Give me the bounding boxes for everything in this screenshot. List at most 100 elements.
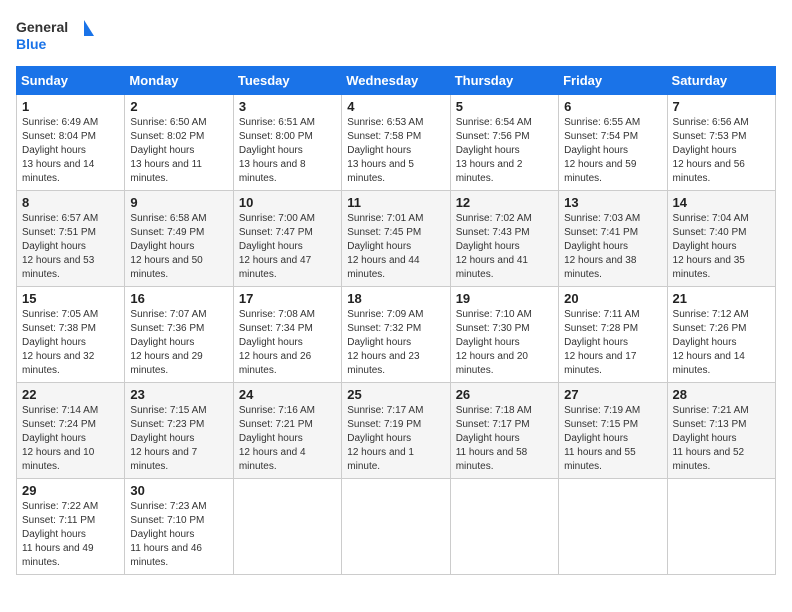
day-info: Sunrise: 6:54 AM Sunset: 7:56 PM Dayligh… (456, 116, 553, 186)
day-number: 30 (130, 483, 227, 498)
weekday-header-thursday: Thursday (450, 67, 558, 95)
day-info: Sunrise: 7:00 AM Sunset: 7:47 PM Dayligh… (239, 212, 336, 282)
day-cell-30: 30 Sunrise: 7:23 AM Sunset: 7:10 PM Dayl… (125, 479, 233, 575)
empty-cell (342, 479, 450, 575)
empty-cell (667, 479, 775, 575)
day-number: 29 (22, 483, 119, 498)
day-number: 2 (130, 99, 227, 114)
page-header: General Blue (16, 16, 776, 56)
day-info: Sunrise: 7:21 AM Sunset: 7:13 PM Dayligh… (673, 404, 770, 474)
day-number: 3 (239, 99, 336, 114)
day-cell-8: 8 Sunrise: 6:57 AM Sunset: 7:51 PM Dayli… (17, 191, 125, 287)
day-info: Sunrise: 7:02 AM Sunset: 7:43 PM Dayligh… (456, 212, 553, 282)
day-cell-17: 17 Sunrise: 7:08 AM Sunset: 7:34 PM Dayl… (233, 287, 341, 383)
day-cell-12: 12 Sunrise: 7:02 AM Sunset: 7:43 PM Dayl… (450, 191, 558, 287)
day-cell-4: 4 Sunrise: 6:53 AM Sunset: 7:58 PM Dayli… (342, 95, 450, 191)
calendar-week-2: 8 Sunrise: 6:57 AM Sunset: 7:51 PM Dayli… (17, 191, 776, 287)
day-info: Sunrise: 6:55 AM Sunset: 7:54 PM Dayligh… (564, 116, 661, 186)
day-number: 13 (564, 195, 661, 210)
day-info: Sunrise: 7:23 AM Sunset: 7:10 PM Dayligh… (130, 500, 227, 570)
day-number: 9 (130, 195, 227, 210)
day-info: Sunrise: 6:53 AM Sunset: 7:58 PM Dayligh… (347, 116, 444, 186)
day-number: 7 (673, 99, 770, 114)
day-number: 4 (347, 99, 444, 114)
day-cell-2: 2 Sunrise: 6:50 AM Sunset: 8:02 PM Dayli… (125, 95, 233, 191)
logo-svg: General Blue (16, 16, 96, 56)
calendar-week-5: 29 Sunrise: 7:22 AM Sunset: 7:11 PM Dayl… (17, 479, 776, 575)
day-cell-23: 23 Sunrise: 7:15 AM Sunset: 7:23 PM Dayl… (125, 383, 233, 479)
day-number: 22 (22, 387, 119, 402)
day-cell-9: 9 Sunrise: 6:58 AM Sunset: 7:49 PM Dayli… (125, 191, 233, 287)
day-info: Sunrise: 7:17 AM Sunset: 7:19 PM Dayligh… (347, 404, 444, 474)
day-info: Sunrise: 7:15 AM Sunset: 7:23 PM Dayligh… (130, 404, 227, 474)
day-number: 25 (347, 387, 444, 402)
weekday-header-monday: Monday (125, 67, 233, 95)
day-number: 10 (239, 195, 336, 210)
svg-text:General: General (16, 19, 68, 35)
svg-text:Blue: Blue (16, 36, 47, 52)
day-info: Sunrise: 7:19 AM Sunset: 7:15 PM Dayligh… (564, 404, 661, 474)
day-number: 26 (456, 387, 553, 402)
day-number: 17 (239, 291, 336, 306)
weekday-header-wednesday: Wednesday (342, 67, 450, 95)
weekday-header-saturday: Saturday (667, 67, 775, 95)
day-cell-10: 10 Sunrise: 7:00 AM Sunset: 7:47 PM Dayl… (233, 191, 341, 287)
day-cell-24: 24 Sunrise: 7:16 AM Sunset: 7:21 PM Dayl… (233, 383, 341, 479)
day-info: Sunrise: 6:49 AM Sunset: 8:04 PM Dayligh… (22, 116, 119, 186)
day-info: Sunrise: 6:56 AM Sunset: 7:53 PM Dayligh… (673, 116, 770, 186)
day-cell-15: 15 Sunrise: 7:05 AM Sunset: 7:38 PM Dayl… (17, 287, 125, 383)
day-info: Sunrise: 7:07 AM Sunset: 7:36 PM Dayligh… (130, 308, 227, 378)
day-cell-29: 29 Sunrise: 7:22 AM Sunset: 7:11 PM Dayl… (17, 479, 125, 575)
day-cell-11: 11 Sunrise: 7:01 AM Sunset: 7:45 PM Dayl… (342, 191, 450, 287)
day-info: Sunrise: 7:04 AM Sunset: 7:40 PM Dayligh… (673, 212, 770, 282)
day-number: 20 (564, 291, 661, 306)
day-cell-3: 3 Sunrise: 6:51 AM Sunset: 8:00 PM Dayli… (233, 95, 341, 191)
calendar-week-4: 22 Sunrise: 7:14 AM Sunset: 7:24 PM Dayl… (17, 383, 776, 479)
day-info: Sunrise: 7:18 AM Sunset: 7:17 PM Dayligh… (456, 404, 553, 474)
day-cell-6: 6 Sunrise: 6:55 AM Sunset: 7:54 PM Dayli… (559, 95, 667, 191)
day-cell-14: 14 Sunrise: 7:04 AM Sunset: 7:40 PM Dayl… (667, 191, 775, 287)
day-number: 16 (130, 291, 227, 306)
day-number: 12 (456, 195, 553, 210)
day-number: 24 (239, 387, 336, 402)
day-cell-19: 19 Sunrise: 7:10 AM Sunset: 7:30 PM Dayl… (450, 287, 558, 383)
calendar-week-3: 15 Sunrise: 7:05 AM Sunset: 7:38 PM Dayl… (17, 287, 776, 383)
day-number: 21 (673, 291, 770, 306)
day-info: Sunrise: 7:05 AM Sunset: 7:38 PM Dayligh… (22, 308, 119, 378)
day-cell-18: 18 Sunrise: 7:09 AM Sunset: 7:32 PM Dayl… (342, 287, 450, 383)
day-number: 6 (564, 99, 661, 114)
day-cell-20: 20 Sunrise: 7:11 AM Sunset: 7:28 PM Dayl… (559, 287, 667, 383)
day-number: 28 (673, 387, 770, 402)
day-info: Sunrise: 7:11 AM Sunset: 7:28 PM Dayligh… (564, 308, 661, 378)
day-cell-5: 5 Sunrise: 6:54 AM Sunset: 7:56 PM Dayli… (450, 95, 558, 191)
weekday-header-sunday: Sunday (17, 67, 125, 95)
day-cell-22: 22 Sunrise: 7:14 AM Sunset: 7:24 PM Dayl… (17, 383, 125, 479)
day-info: Sunrise: 7:10 AM Sunset: 7:30 PM Dayligh… (456, 308, 553, 378)
day-info: Sunrise: 6:57 AM Sunset: 7:51 PM Dayligh… (22, 212, 119, 282)
day-number: 11 (347, 195, 444, 210)
day-cell-28: 28 Sunrise: 7:21 AM Sunset: 7:13 PM Dayl… (667, 383, 775, 479)
day-number: 8 (22, 195, 119, 210)
day-cell-26: 26 Sunrise: 7:18 AM Sunset: 7:17 PM Dayl… (450, 383, 558, 479)
logo: General Blue (16, 16, 96, 56)
day-number: 15 (22, 291, 119, 306)
calendar-week-1: 1 Sunrise: 6:49 AM Sunset: 8:04 PM Dayli… (17, 95, 776, 191)
day-number: 5 (456, 99, 553, 114)
day-cell-25: 25 Sunrise: 7:17 AM Sunset: 7:19 PM Dayl… (342, 383, 450, 479)
calendar-table: SundayMondayTuesdayWednesdayThursdayFrid… (16, 66, 776, 575)
empty-cell (450, 479, 558, 575)
day-info: Sunrise: 7:08 AM Sunset: 7:34 PM Dayligh… (239, 308, 336, 378)
day-number: 1 (22, 99, 119, 114)
day-info: Sunrise: 7:01 AM Sunset: 7:45 PM Dayligh… (347, 212, 444, 282)
day-info: Sunrise: 7:03 AM Sunset: 7:41 PM Dayligh… (564, 212, 661, 282)
day-number: 23 (130, 387, 227, 402)
day-number: 18 (347, 291, 444, 306)
day-cell-13: 13 Sunrise: 7:03 AM Sunset: 7:41 PM Dayl… (559, 191, 667, 287)
day-info: Sunrise: 7:14 AM Sunset: 7:24 PM Dayligh… (22, 404, 119, 474)
day-info: Sunrise: 6:51 AM Sunset: 8:00 PM Dayligh… (239, 116, 336, 186)
empty-cell (559, 479, 667, 575)
day-info: Sunrise: 6:50 AM Sunset: 8:02 PM Dayligh… (130, 116, 227, 186)
day-cell-7: 7 Sunrise: 6:56 AM Sunset: 7:53 PM Dayli… (667, 95, 775, 191)
weekday-header-tuesday: Tuesday (233, 67, 341, 95)
day-info: Sunrise: 7:22 AM Sunset: 7:11 PM Dayligh… (22, 500, 119, 570)
